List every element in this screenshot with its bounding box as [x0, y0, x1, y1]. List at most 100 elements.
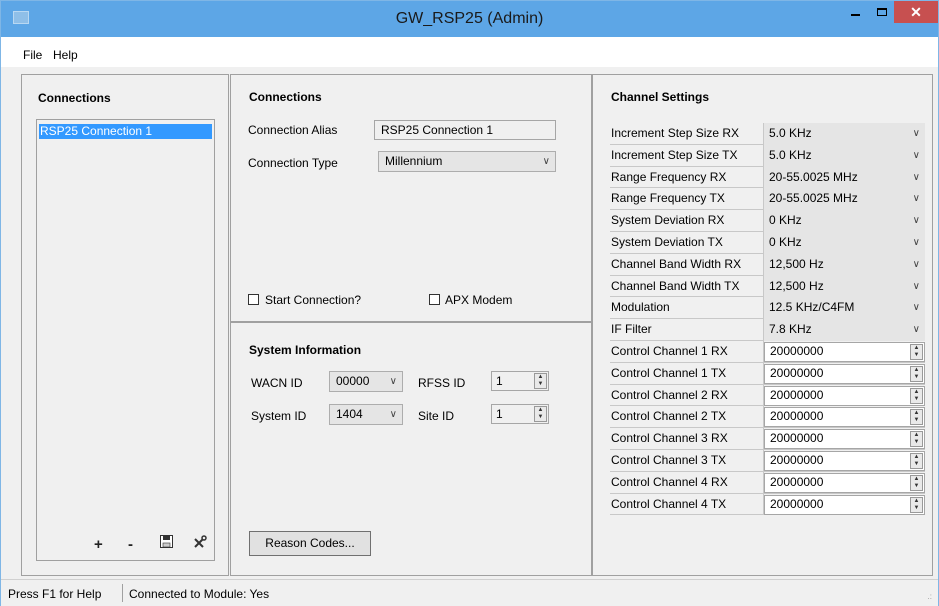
channel-setting-select[interactable]: 20-55.0025 MHz ∨	[764, 166, 925, 189]
channel-settings-heading: Channel Settings	[611, 90, 710, 104]
channel-setting-row: System Deviation TX 0 KHz ∨	[610, 231, 925, 254]
chevron-down-icon: ∨	[912, 149, 920, 161]
spin-arrows-icon[interactable]: ▲ ▼	[910, 365, 923, 382]
channel-setting-name: Channel Band Width TX	[610, 275, 764, 298]
channel-setting-select[interactable]: 5.0 KHz ∨	[764, 144, 925, 167]
add-connection-button[interactable]: +	[94, 536, 103, 553]
tools-icon	[194, 535, 207, 548]
channel-setting-stepper[interactable]: 20000000 ▲ ▼	[764, 385, 925, 406]
channel-setting-row: Control Channel 1 TX 20000000 ▲ ▼	[610, 362, 925, 385]
app-window: GW_RSP25 (Admin) ✕ File Help Connections…	[0, 0, 939, 606]
save-button[interactable]	[160, 535, 173, 552]
channel-setting-row: Channel Band Width RX 12,500 Hz ∨	[610, 253, 925, 276]
menu-help[interactable]: Help	[53, 48, 78, 62]
channel-setting-name: Increment Step Size RX	[610, 123, 764, 145]
connection-alias-field[interactable]: RSP25 Connection 1	[374, 120, 556, 140]
channel-setting-row: Control Channel 4 RX 20000000 ▲ ▼	[610, 471, 925, 494]
title-bar[interactable]: GW_RSP25 (Admin) ✕	[1, 1, 938, 37]
channel-setting-select[interactable]: 0 KHz ∨	[764, 231, 925, 254]
list-item[interactable]: RSP25 Connection 1	[39, 124, 212, 139]
channel-setting-select[interactable]: 12.5 KHz/C4FM ∨	[764, 297, 925, 320]
channel-setting-name: Control Channel 3 TX	[610, 449, 764, 472]
apx-modem-checkbox[interactable]	[429, 294, 440, 305]
floppy-disk-icon	[160, 535, 173, 548]
connections-listbox[interactable]: RSP25 Connection 1	[36, 119, 215, 561]
connection-type-select[interactable]: Millennium ∨	[378, 151, 556, 172]
maximize-button[interactable]	[868, 1, 896, 23]
channel-setting-name: Control Channel 3 RX	[610, 428, 764, 450]
status-separator	[122, 584, 123, 602]
channel-setting-stepper[interactable]: 20000000 ▲ ▼	[764, 450, 925, 471]
minimize-button[interactable]	[841, 1, 869, 23]
minimize-icon	[850, 14, 860, 16]
spin-arrows-icon[interactable]: ▲ ▼	[910, 431, 923, 448]
channel-setting-value: 20-55.0025 MHz	[769, 191, 858, 206]
channel-setting-row: System Deviation RX 0 KHz ∨	[610, 210, 925, 232]
rfss-id-value: 1	[496, 374, 503, 388]
spin-arrows-icon[interactable]: ▲ ▼	[910, 387, 923, 404]
wacn-id-value: 00000	[336, 374, 370, 388]
channel-setting-stepper[interactable]: 20000000 ▲ ▼	[764, 341, 925, 362]
system-id-label: System ID	[251, 409, 307, 423]
wacn-id-label: WACN ID	[251, 376, 303, 390]
rfss-id-stepper[interactable]: 1 ▲ ▼	[491, 371, 549, 391]
spin-arrows-icon[interactable]: ▲ ▼	[910, 343, 923, 360]
spin-arrows-icon[interactable]: ▲ ▼	[910, 452, 923, 469]
system-id-value: 1404	[336, 407, 363, 421]
channel-setting-name: Control Channel 4 TX	[610, 493, 764, 516]
channel-setting-row: Control Channel 3 RX 20000000 ▲ ▼	[610, 428, 925, 450]
channel-setting-value: 20000000	[770, 474, 824, 489]
channel-setting-value: 12,500 Hz	[769, 278, 824, 293]
channel-setting-stepper[interactable]: 20000000 ▲ ▼	[764, 363, 925, 384]
spin-arrows-icon[interactable]: ▲ ▼	[910, 496, 923, 513]
channel-setting-value: 20000000	[770, 452, 824, 467]
channel-setting-value: 20-55.0025 MHz	[769, 169, 858, 184]
chevron-down-icon: ∨	[912, 258, 920, 270]
channel-setting-row: Control Channel 4 TX 20000000 ▲ ▼	[610, 493, 925, 516]
channel-setting-select[interactable]: 7.8 KHz ∨	[764, 319, 925, 341]
channel-setting-select[interactable]: 5.0 KHz ∨	[764, 123, 925, 145]
channel-setting-select[interactable]: 0 KHz ∨	[764, 210, 925, 232]
start-connection-checkbox[interactable]	[248, 294, 259, 305]
channel-setting-row: Increment Step Size TX 5.0 KHz ∨	[610, 144, 925, 167]
spin-arrows-icon[interactable]: ▲ ▼	[534, 406, 547, 422]
spin-arrows-icon[interactable]: ▲ ▼	[910, 409, 923, 426]
connection-status: Connected to Module: Yes	[129, 587, 270, 601]
channel-setting-row: Range Frequency TX 20-55.0025 MHz ∨	[610, 188, 925, 211]
channel-setting-value: 20000000	[770, 343, 824, 358]
channel-setting-select[interactable]: 20-55.0025 MHz ∨	[764, 188, 925, 211]
spin-arrows-icon[interactable]: ▲ ▼	[534, 373, 547, 389]
channel-setting-name: Range Frequency TX	[610, 188, 764, 211]
channel-setting-stepper[interactable]: 20000000 ▲ ▼	[764, 407, 925, 428]
close-icon: ✕	[910, 3, 922, 20]
chevron-down-icon: ∨	[912, 128, 920, 139]
connection-alias-label: Connection Alias	[248, 123, 338, 137]
channel-setting-stepper[interactable]: 20000000 ▲ ▼	[764, 494, 925, 515]
system-information-heading: System Information	[249, 343, 362, 357]
reason-codes-button[interactable]: Reason Codes...	[249, 531, 371, 556]
chevron-down-icon: ∨	[389, 376, 397, 387]
channel-setting-name: Modulation	[610, 297, 764, 320]
resize-grip-icon[interactable]: .:	[928, 592, 932, 601]
channel-setting-stepper[interactable]: 20000000 ▲ ▼	[764, 472, 925, 493]
site-id-value: 1	[496, 407, 503, 421]
site-id-stepper[interactable]: 1 ▲ ▼	[491, 404, 549, 424]
wacn-id-select[interactable]: 00000 ∨	[329, 371, 403, 392]
remove-connection-button[interactable]: -	[128, 536, 133, 553]
spin-arrows-icon[interactable]: ▲ ▼	[910, 474, 923, 491]
system-id-select[interactable]: 1404 ∨	[329, 404, 403, 425]
chevron-down-icon: ∨	[912, 215, 920, 227]
chevron-down-icon: ∨	[912, 171, 920, 183]
connection-details-panel: Connections Connection Alias RSP25 Conne…	[230, 74, 592, 322]
settings-button[interactable]	[193, 535, 207, 553]
channel-setting-select[interactable]: 12,500 Hz ∨	[764, 253, 925, 276]
channel-setting-select[interactable]: 12,500 Hz ∨	[764, 275, 925, 298]
menu-file[interactable]: File	[23, 48, 42, 62]
chevron-down-icon: ∨	[389, 409, 397, 420]
channel-setting-value: 20000000	[770, 409, 824, 424]
channel-setting-value: 20000000	[770, 365, 824, 380]
close-button[interactable]: ✕	[894, 1, 938, 23]
channel-setting-stepper[interactable]: 20000000 ▲ ▼	[764, 429, 925, 450]
channel-setting-name: Control Channel 4 RX	[610, 471, 764, 494]
connections-list-panel: Connections RSP25 Connection 1 + -	[21, 74, 229, 576]
